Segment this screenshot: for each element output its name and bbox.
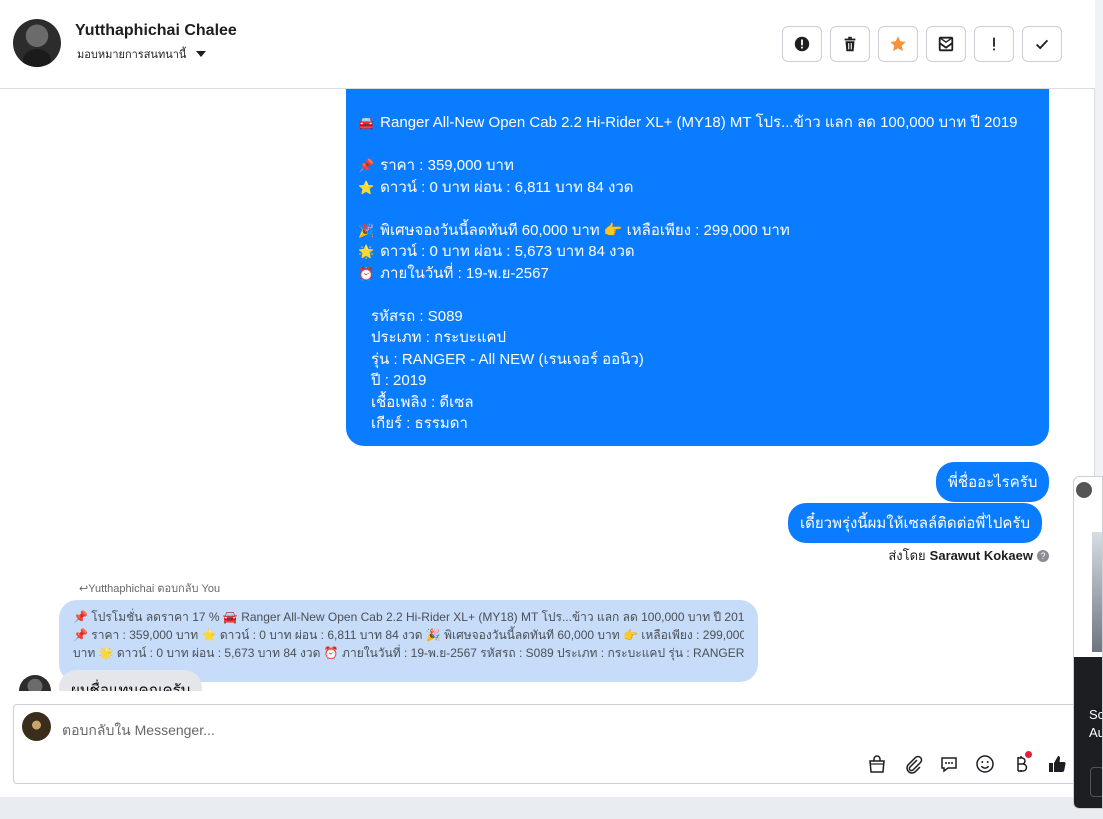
attach-button[interactable] (901, 752, 925, 776)
follow-up-icon (993, 37, 995, 51)
popup-panel: Sc Au (1074, 657, 1103, 808)
party-icon: 🎉 (358, 222, 375, 238)
promo-line-year: ปี : 2019 (371, 372, 427, 389)
trash-icon (844, 36, 856, 52)
side-popup[interactable]: Sc Au (1073, 476, 1103, 809)
alarm-icon: ⏰ (358, 265, 375, 281)
shop-button[interactable] (865, 752, 889, 776)
delete-button[interactable] (830, 26, 870, 62)
sent-by-label: ส่งโดย Sarawut Kokaew ? (888, 545, 1049, 566)
star-icon (890, 36, 906, 52)
outgoing-message-promo[interactable]: 🚘 Ranger All-New Open Cab 2.2 Hi-Rider X… (346, 89, 1049, 446)
smiley-icon (976, 755, 994, 773)
contact-avatar[interactable] (13, 19, 61, 67)
promo-line-series: รุ่น : RANGER - All NEW (เรนเจอร์ ออนิว) (371, 350, 644, 368)
promo-line-type: ประเภท : กระบะแคป (371, 329, 507, 346)
mark-done-button[interactable] (1022, 26, 1062, 62)
like-button[interactable] (1045, 752, 1069, 776)
promo-line-down: ⭐ ดาวน์ : 0 บาท ผ่อน : 6,811 บาท 84 งวด (358, 177, 1037, 199)
popup-image (1092, 532, 1102, 652)
outgoing-message-name-question[interactable]: พี่ชื่ออะไรครับ (936, 462, 1050, 502)
pin-icon: 📌 (358, 158, 375, 173)
contact-name[interactable]: Yutthaphichai Chalee (75, 22, 237, 40)
reply-input[interactable]: ตอบกลับใน Messenger... (62, 720, 215, 742)
popup-line-1: Sc (1089, 707, 1103, 722)
sender-name: Sarawut Kokaew (929, 548, 1033, 563)
popup-line-2: Au (1089, 725, 1102, 740)
paperclip-icon (906, 755, 923, 774)
car-icon: 🚘 (358, 115, 375, 130)
page-footer-strip (0, 797, 1103, 819)
question-icon[interactable]: ? (1037, 549, 1049, 562)
incoming-message[interactable]: ผมชื่อแทนคุณครับ (59, 670, 203, 691)
conversation-header: Yutthaphichai Chalee มอบหมายการสนทนานี้ (0, 0, 1095, 89)
payment-button[interactable] (1009, 751, 1033, 776)
promo-line-fuel: เชื้อเพลิง : ดีเซล (371, 393, 474, 411)
promo-line-gear: เกียร์ : ธรรมดา (371, 415, 468, 432)
composer-tools (865, 751, 1069, 776)
popup-avatar (1076, 482, 1092, 498)
mark-unread-button[interactable] (926, 26, 966, 62)
notification-dot (1025, 751, 1032, 758)
assign-label: มอบหมายการสนทนานี้ (77, 49, 187, 61)
page-avatar (22, 712, 51, 741)
done-icon (1035, 39, 1049, 50)
bag-icon (869, 755, 885, 773)
caret-down-icon (196, 51, 207, 57)
outgoing-message-tomorrow[interactable]: เดี๋ยวพรุ่งนี้ผมให้เซลล์ติดต่อพี่ไปครับ (788, 503, 1042, 543)
promo-line-code: รหัสรถ : S089 (371, 307, 463, 325)
mark-unread-icon (938, 36, 954, 52)
promo-line-deadline: ⏰ ภายในวันที่ : 19-พ.ย-2567 (358, 263, 1037, 285)
promo-line-down2: 🌟 ดาวน์ : 0 บาท ผ่อน : 5,673 บาท 84 งวด (358, 241, 1037, 263)
chat-bubble-icon (941, 757, 957, 773)
emoji-button[interactable] (973, 752, 997, 776)
conversation-actions (782, 26, 1062, 62)
thumbs-up-icon (1049, 756, 1066, 773)
assign-conversation-dropdown[interactable]: มอบหมายการสนทนานี้ (77, 45, 207, 63)
report-spam-button[interactable] (782, 26, 822, 62)
reply-indicator: ↩Yutthaphichai ตอบกลับ You (79, 583, 221, 595)
follow-up-button[interactable] (974, 26, 1014, 62)
popup-button[interactable] (1090, 767, 1102, 797)
promo-line-special: 🎉 พิเศษจองวันนี้ลดทันที 60,000 บาท 👉 เหล… (358, 220, 1037, 242)
message-thread[interactable]: 🚘 Ranger All-New Open Cab 2.2 Hi-Rider X… (0, 89, 1075, 691)
contact-avatar-small[interactable] (19, 675, 51, 691)
sparkle-icon: 🌟 (358, 244, 375, 259)
promo-line-model: 🚘 Ranger All-New Open Cab 2.2 Hi-Rider X… (358, 112, 1037, 134)
inbox-conversation-panel: Yutthaphichai Chalee มอบหมายการสนทนานี้ (0, 0, 1095, 797)
promo-line-price: 📌 ราคา : 359,000 บาท (358, 155, 1037, 177)
reply-composer[interactable]: ตอบกลับใน Messenger... (13, 704, 1083, 784)
saved-replies-button[interactable] (937, 752, 961, 776)
star-button[interactable] (878, 26, 918, 62)
report-icon (794, 36, 810, 52)
star-emoji-icon: ⭐ (358, 179, 375, 195)
